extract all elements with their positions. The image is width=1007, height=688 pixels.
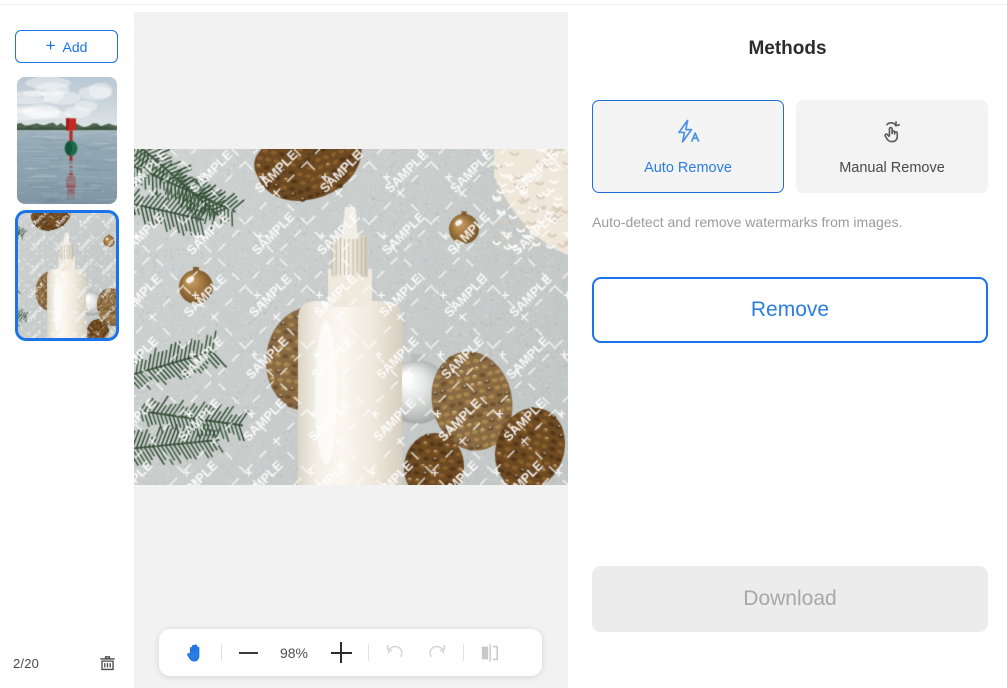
zoom-in-button[interactable]	[318, 629, 364, 676]
thumbnail-item-1[interactable]	[17, 77, 117, 204]
toolbar-divider-1	[221, 644, 222, 661]
method-manual-remove[interactable]: Manual Remove	[796, 100, 988, 193]
method-description: Auto-detect and remove watermarks from i…	[592, 214, 903, 230]
zoom-level-label: 98%	[279, 644, 309, 661]
methods-panel: Methods Auto Remove Manual Remove Auto-d…	[568, 5, 1007, 688]
image-canvas-area[interactable]: 98%	[134, 12, 568, 688]
thumbnail-item-2[interactable]	[15, 210, 119, 341]
sidebar-footer: 2/20	[0, 638, 134, 688]
zoom-out-button[interactable]	[226, 629, 270, 676]
toolbar-divider-3	[463, 644, 464, 661]
trash-icon[interactable]	[95, 651, 119, 675]
method-auto-remove[interactable]: Auto Remove	[592, 100, 784, 193]
thumbnail-list	[0, 77, 134, 347]
plus-icon: +	[45, 36, 56, 55]
compare-split-icon[interactable]	[468, 629, 512, 676]
remove-button[interactable]: Remove	[592, 277, 988, 343]
undo-button[interactable]	[373, 629, 415, 676]
hand-icon[interactable]	[173, 629, 217, 676]
minus-icon	[238, 651, 258, 654]
add-image-button[interactable]: + Add	[15, 30, 118, 63]
method-options: Auto Remove Manual Remove	[592, 100, 988, 193]
redo-button[interactable]	[415, 629, 459, 676]
toolbar-divider-2	[368, 644, 369, 661]
active-image-container[interactable]	[134, 149, 568, 485]
lightning-auto-icon	[673, 117, 703, 152]
method-auto-remove-label: Auto Remove	[644, 160, 732, 176]
plus-icon	[330, 642, 352, 663]
add-button-label: Add	[62, 38, 88, 55]
image-sidebar: + Add 2/20	[0, 5, 134, 688]
download-button: Download	[592, 566, 988, 632]
thumbnail-image-lake-buoy	[17, 77, 117, 204]
image-counter: 2/20	[13, 655, 40, 671]
canvas-toolbar: 98%	[159, 629, 542, 676]
active-image	[134, 149, 568, 485]
method-manual-remove-label: Manual Remove	[839, 160, 945, 176]
panel-title: Methods	[748, 38, 827, 59]
watermark-remover-app: + Add 2/20 98% Methods Auto Remove Manua…	[0, 0, 1007, 688]
hand-tap-icon	[877, 117, 907, 152]
thumbnail-image-dropper-bottle	[17, 212, 117, 339]
